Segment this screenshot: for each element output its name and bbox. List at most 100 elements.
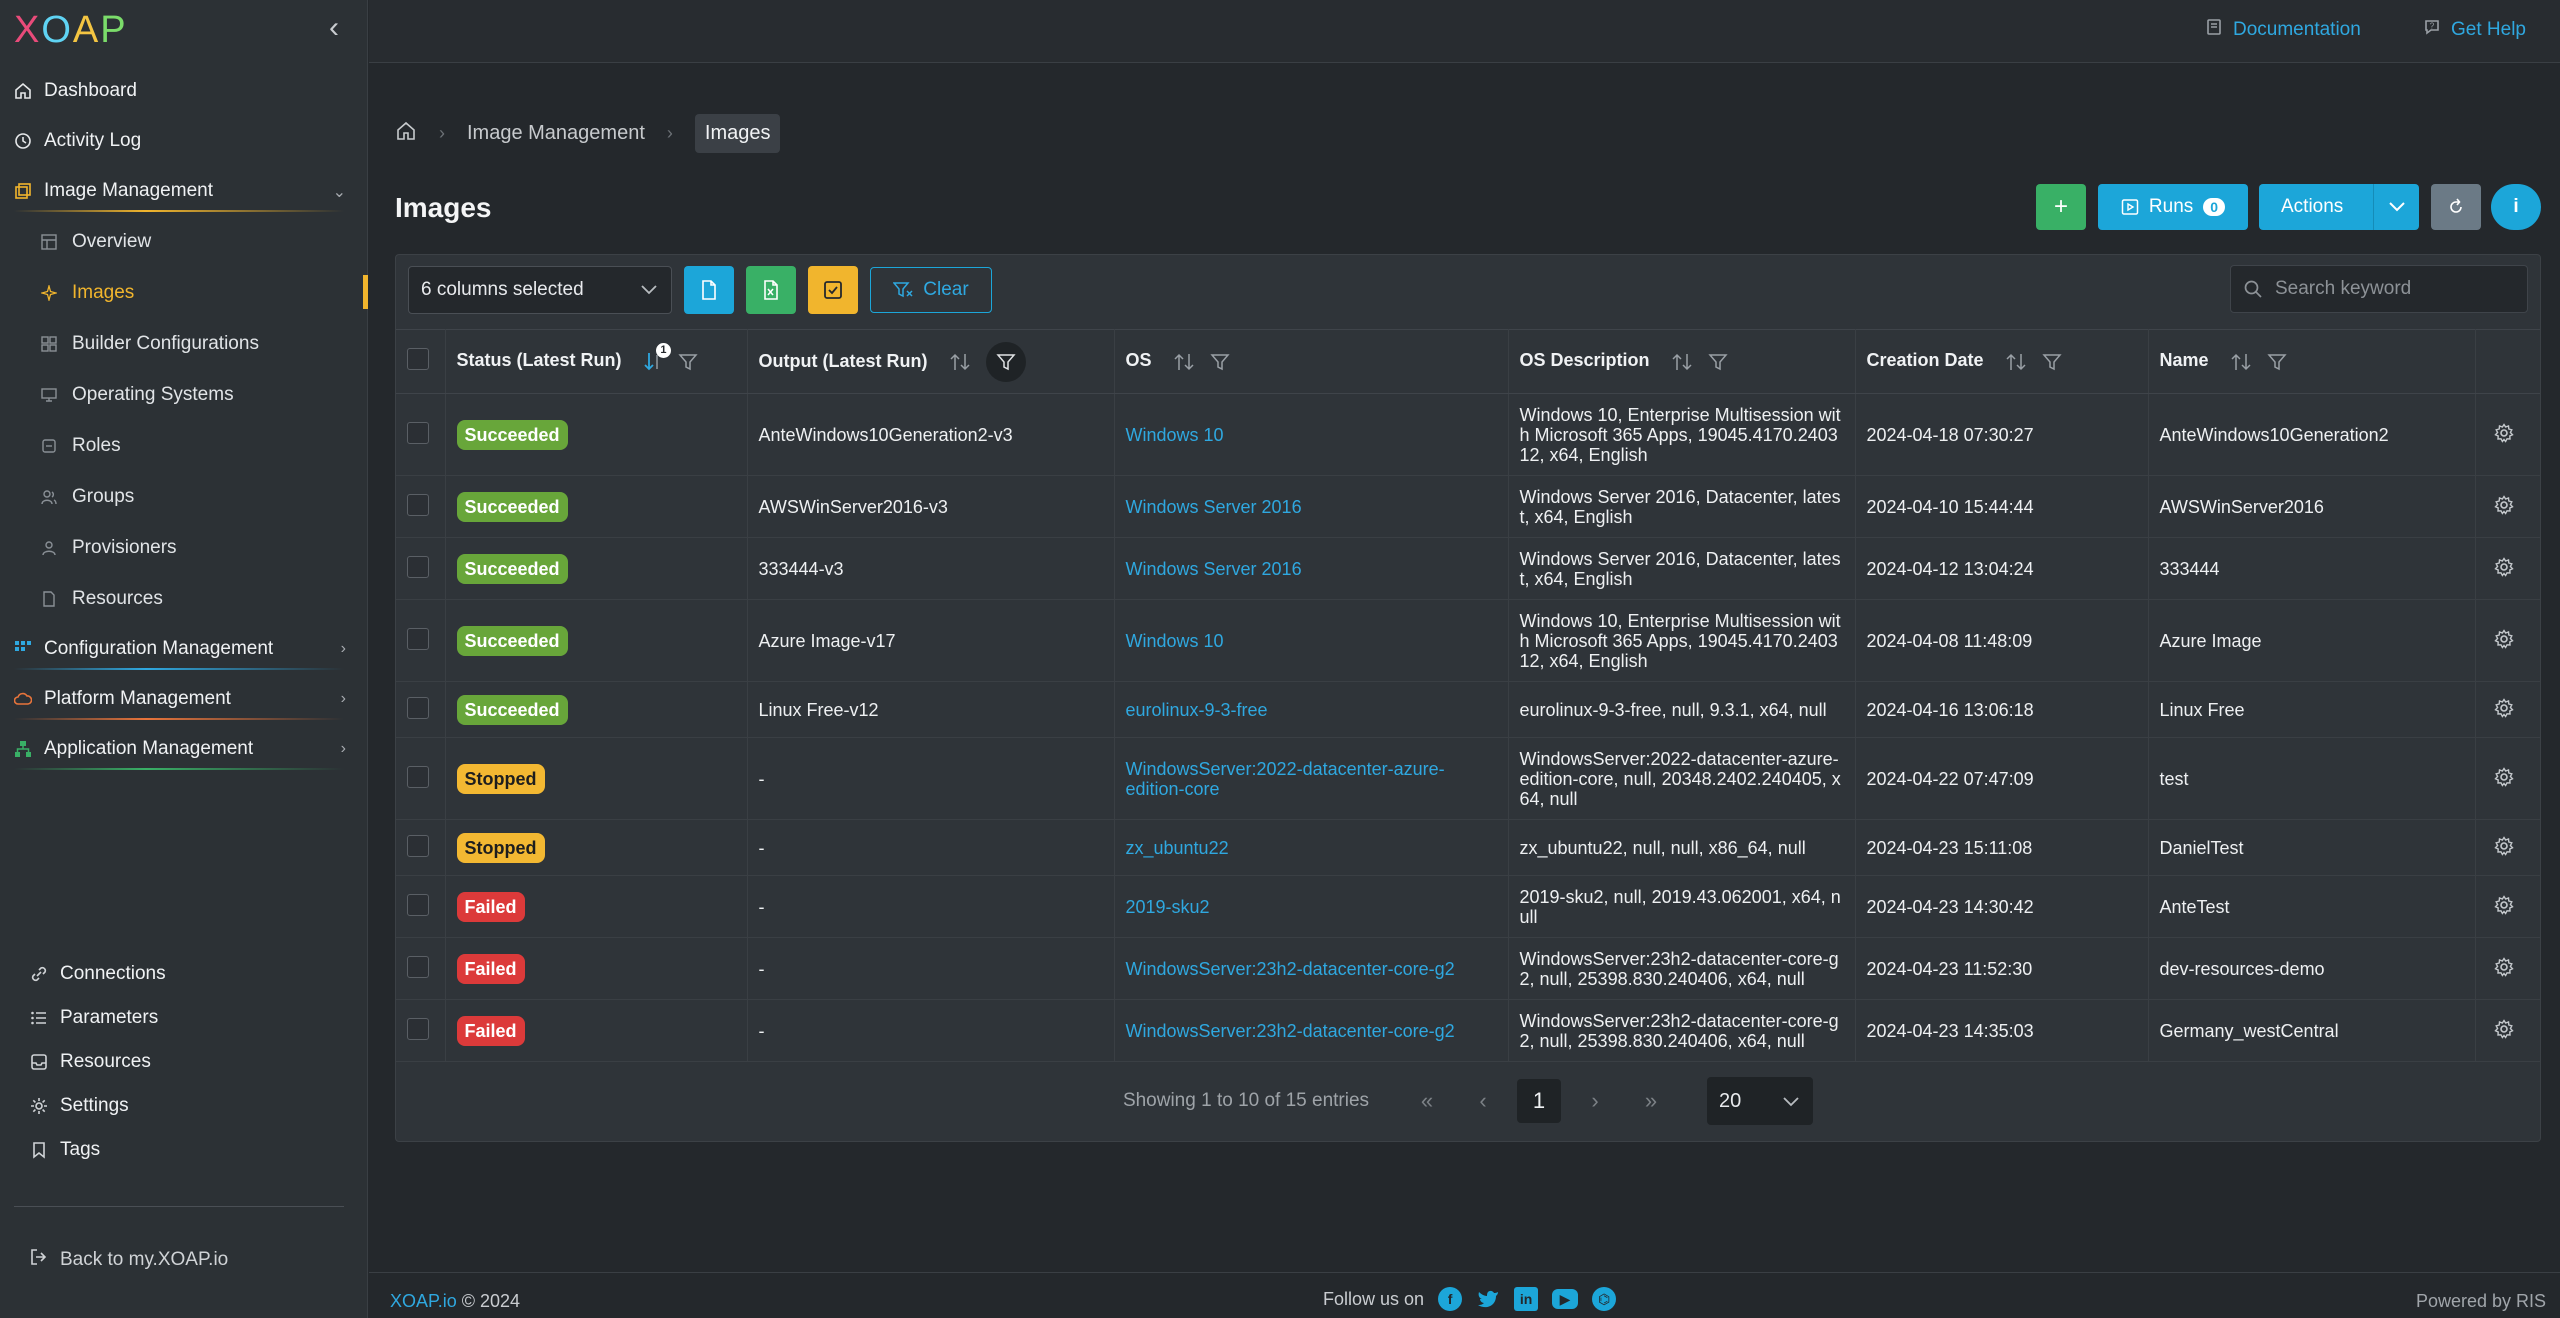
gear-icon[interactable] (2494, 422, 2514, 443)
clear-filters-button[interactable]: Clear (870, 267, 992, 313)
filter-icon[interactable] (677, 352, 698, 372)
sidebar-item-activity-log[interactable]: Activity Log (0, 116, 368, 166)
os-link[interactable]: Windows 10 (1114, 393, 1509, 476)
sidebar-item-images[interactable]: Images (0, 267, 368, 318)
sidebar-item-roles[interactable]: Roles (0, 420, 368, 471)
sidebar-item-tags[interactable]: Tags (0, 1128, 368, 1172)
os-link[interactable]: eurolinux-9-3-free (1114, 681, 1509, 738)
sidebar-item-groups[interactable]: Groups (0, 471, 368, 522)
sidebar-item-bottom-resources[interactable]: Resources (0, 1040, 368, 1084)
os-link[interactable]: 2019-sku2 (1114, 875, 1509, 938)
row-checkbox[interactable] (407, 955, 429, 978)
os-link[interactable]: Windows 10 (1114, 599, 1509, 682)
gear-icon[interactable] (2494, 494, 2514, 515)
sidebar-item-operating-systems[interactable]: Operating Systems (0, 369, 368, 420)
linkedin-icon[interactable]: in (1514, 1287, 1539, 1311)
home-icon[interactable] (395, 120, 417, 148)
col-os-description[interactable]: OS Description (1508, 329, 1856, 394)
os-link[interactable]: Windows Server 2016 (1114, 537, 1509, 600)
row-checkbox[interactable] (407, 696, 429, 719)
filter-icon[interactable] (1707, 352, 1728, 372)
select-all-checkbox[interactable] (407, 348, 429, 370)
get-help-link[interactable]: ? Get Help (2423, 18, 2526, 42)
col-output[interactable]: Output (Latest Run) (747, 329, 1115, 394)
os-link[interactable]: WindowsServer:23h2-datacenter-core-g2 (1114, 937, 1509, 1000)
col-os[interactable]: OS (1114, 329, 1509, 394)
sidebar-item-settings[interactable]: Settings (0, 1084, 368, 1128)
gear-icon[interactable] (2494, 697, 2514, 718)
sort-icon[interactable] (949, 351, 971, 373)
sidebar-item-parameters[interactable]: Parameters (0, 996, 368, 1040)
xoap-link[interactable]: XOAP.io (390, 1291, 457, 1311)
sidebar-item-provisioners[interactable]: Provisioners (0, 522, 368, 573)
search-box[interactable] (2230, 265, 2528, 313)
sidebar-item-resources[interactable]: Resources (0, 573, 368, 624)
os-link[interactable]: Windows Server 2016 (1114, 475, 1509, 538)
next-page-icon[interactable]: › (1573, 1079, 1617, 1123)
table-row[interactable]: Succeeded Linux Free-v12 eurolinux-9-3-fre… (396, 681, 2540, 738)
row-checkbox[interactable] (407, 834, 429, 857)
sort-desc-icon[interactable]: 1 (643, 342, 671, 373)
select-all-button[interactable] (808, 266, 858, 314)
github-icon[interactable]: ⌬ (1592, 1287, 1617, 1311)
page-size-select[interactable]: 20 (1707, 1077, 1814, 1125)
col-name[interactable]: Name (2148, 329, 2476, 394)
filter-icon[interactable] (1209, 352, 1230, 372)
col-status[interactable]: Status (Latest Run) 1 (445, 329, 748, 394)
table-row[interactable]: Failed - WindowsServer:23h2-datacenter-cor… (396, 937, 2540, 1000)
gear-icon[interactable] (2494, 766, 2514, 787)
breadcrumb-image-management[interactable]: Image Management (467, 122, 645, 145)
sort-icon[interactable] (2230, 351, 2252, 373)
sidebar-item-overview[interactable]: Overview (0, 216, 368, 267)
table-row[interactable]: Stopped - WindowsServer:2022-datacenter-az… (396, 737, 2540, 820)
gear-icon[interactable] (2494, 628, 2514, 649)
first-page-icon[interactable]: « (1405, 1079, 1449, 1123)
twitter-icon[interactable] (1476, 1287, 1500, 1311)
collapse-sidebar-icon[interactable]: ‹ (322, 13, 346, 43)
row-checkbox[interactable] (407, 627, 429, 650)
gear-icon[interactable] (2494, 835, 2514, 856)
runs-button[interactable]: Runs 0 (2098, 184, 2248, 230)
youtube-icon[interactable]: ▶ (1552, 1289, 1579, 1309)
table-row[interactable]: Succeeded 333444-v3 Windows Server 2016 Win… (396, 537, 2540, 600)
sort-icon[interactable] (1173, 351, 1195, 373)
xoap-logo[interactable]: X O A P (14, 9, 128, 51)
os-link[interactable]: zx_ubuntu22 (1114, 819, 1509, 876)
documentation-link[interactable]: Documentation (2205, 18, 2361, 42)
add-image-button[interactable]: + (2036, 184, 2086, 230)
chevron-down-icon[interactable] (2373, 184, 2419, 230)
row-checkbox[interactable] (407, 1017, 429, 1040)
refresh-button[interactable] (2431, 184, 2481, 230)
column-selector[interactable]: 6 columns selected (408, 266, 672, 314)
filter-icon-active[interactable] (985, 341, 1026, 382)
facebook-icon[interactable]: f (1438, 1287, 1463, 1311)
prev-page-icon[interactable]: ‹ (1461, 1079, 1505, 1123)
sidebar-item-application-management[interactable]: Application Management › (0, 724, 368, 774)
table-row[interactable]: Succeeded Azure Image-v17 Windows 10 Window… (396, 599, 2540, 682)
row-checkbox[interactable] (407, 893, 429, 916)
table-row[interactable]: Failed - WindowsServer:23h2-datacenter-cor… (396, 999, 2540, 1062)
row-checkbox[interactable] (407, 765, 429, 788)
col-creation-date[interactable]: Creation Date (1855, 329, 2149, 394)
table-row[interactable]: Succeeded AnteWindows10Generation2-v3 Wind… (396, 393, 2540, 476)
page-button-current[interactable]: 1 (1517, 1079, 1562, 1123)
sidebar-item-dashboard[interactable]: Dashboard (0, 66, 368, 116)
gear-icon[interactable] (2494, 556, 2514, 577)
export-csv-button[interactable] (684, 266, 734, 314)
table-row[interactable]: Stopped - zx_ubuntu22 zx_ubuntu22, null, nu… (396, 819, 2540, 876)
sidebar-item-configuration-management[interactable]: Configuration Management › (0, 624, 368, 674)
info-button[interactable]: i (2491, 184, 2541, 230)
row-checkbox[interactable] (407, 493, 429, 516)
os-link[interactable]: WindowsServer:2022-datacenter-azure-edit… (1114, 737, 1509, 820)
sort-icon[interactable] (1671, 351, 1693, 373)
actions-dropdown-button[interactable]: Actions (2259, 184, 2419, 230)
row-checkbox[interactable] (407, 421, 429, 444)
filter-icon[interactable] (2266, 352, 2287, 372)
sidebar-item-platform-management[interactable]: Platform Management › (0, 674, 368, 724)
gear-icon[interactable] (2494, 956, 2514, 977)
search-input[interactable] (2275, 278, 2515, 300)
table-row[interactable]: Failed -2019-sku2 2019-sku2, null, 2019.43… (396, 875, 2540, 938)
filter-icon[interactable] (2041, 352, 2062, 372)
sidebar-item-builder-configurations[interactable]: Builder Configurations (0, 318, 368, 369)
last-page-icon[interactable]: » (1629, 1079, 1673, 1123)
